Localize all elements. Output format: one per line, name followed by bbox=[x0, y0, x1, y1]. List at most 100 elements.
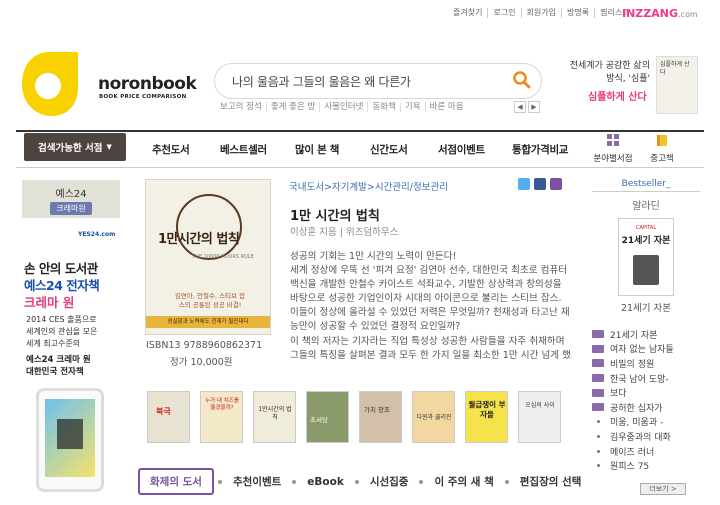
bestseller-title: Bestseller_ bbox=[592, 179, 700, 192]
guestbook-link[interactable]: 방명록 bbox=[562, 8, 596, 18]
nav-price-compare[interactable]: 통합가격비교 bbox=[512, 142, 568, 157]
list-item[interactable]: 보다 bbox=[592, 385, 704, 400]
list-item-label: 김우중과의 대화 bbox=[610, 432, 671, 443]
nav-new-books[interactable]: 신간도서 bbox=[370, 142, 408, 157]
list-item-label: 여자 없는 남자들 bbox=[610, 345, 674, 356]
list-item[interactable]: 미움, 미움과 - bbox=[592, 415, 704, 430]
related-book[interactable]: 1만시간의 법칙 bbox=[253, 391, 296, 443]
cover-english: THE 10000 HOURS RULE bbox=[192, 254, 254, 260]
cover-blurb: 김연아, 안철수, 스티브 잡스의 공통된 성공 비결! bbox=[174, 292, 246, 309]
related-book-title: 오십의 사이 bbox=[525, 402, 555, 409]
desc-line: 백신을 개발한 안철수 카이스트 석좌교수, 기발한 상상력과 창의성을 bbox=[290, 279, 562, 291]
banner-body-3: 세계 최고수준의 bbox=[26, 339, 81, 348]
banner-header: 예스24 크레마원 bbox=[22, 180, 120, 218]
logo-text[interactable]: noronbook bbox=[98, 74, 197, 94]
list-item[interactable]: 21세기 자본 bbox=[592, 327, 704, 342]
share-icons bbox=[518, 178, 562, 190]
bullet-icon bbox=[597, 449, 600, 453]
bestseller-box: Bestseller_ 알라딘 CAPITAL 21세기 자본 21세기 자본 bbox=[592, 179, 700, 314]
book-price: 정가 10,000원 bbox=[170, 357, 233, 368]
store-selector-button[interactable]: 검색가능한 서점 ▼ bbox=[24, 133, 126, 161]
list-item[interactable]: 김우중과의 대화 bbox=[592, 429, 704, 444]
breadcrumb[interactable]: 국내도서>자기계발>시간관리/정보관리 bbox=[289, 179, 448, 193]
list-item-label: 보다 bbox=[610, 389, 627, 400]
tab-ebook[interactable]: eBook bbox=[296, 476, 355, 488]
bestseller-cover-label: CAPITAL bbox=[635, 225, 657, 231]
desc-line: 이 책의 저자는 기자라는 직업 특성상 성공한 사람들을 자주 취재하며 bbox=[290, 335, 565, 347]
tab-hot-books[interactable]: 화제의 도서 bbox=[138, 468, 214, 495]
grid-icon bbox=[607, 134, 619, 146]
related-book[interactable]: 가치 창조 bbox=[359, 391, 402, 443]
list-item[interactable]: 메이즈 러너 bbox=[592, 444, 704, 459]
search-input[interactable]: 나의 울음과 그들의 울음은 왜 다른가 bbox=[232, 73, 411, 90]
related-book[interactable]: 월급쟁이 부자들 bbox=[465, 391, 508, 443]
bestseller-cover[interactable]: CAPITAL 21세기 자본 bbox=[618, 218, 674, 296]
nav-used-books-label: 중고책 bbox=[650, 154, 674, 164]
tab-recommended-events[interactable]: 추천이벤트 bbox=[222, 474, 292, 489]
inzzang-suffix: .com bbox=[678, 10, 698, 19]
signup-link[interactable]: 회원가입 bbox=[522, 8, 562, 18]
list-item[interactable]: 공허한 십자가 bbox=[592, 400, 704, 415]
bestseller-site[interactable]: 알라딘 bbox=[592, 197, 700, 212]
related-book-title: 누가 내 치즈를 옮겼을까? bbox=[205, 398, 239, 411]
book-title[interactable]: 1만 시간의 법칙 bbox=[290, 205, 380, 224]
related-book[interactable]: 누가 내 치즈를 옮겼을까? bbox=[200, 391, 243, 443]
author-photo bbox=[633, 255, 659, 285]
desc-line: 능만이 성공할 수 있었던 결정적 요인일까? bbox=[290, 321, 461, 333]
banner-product: 크레마원 bbox=[50, 202, 92, 215]
list-item-label: 미움, 미움과 - bbox=[610, 418, 664, 429]
tab-editors-choice[interactable]: 편집장의 선택 bbox=[509, 474, 593, 489]
logo-mark-icon[interactable] bbox=[18, 48, 82, 120]
chevron-left-icon[interactable]: ◀ bbox=[514, 101, 526, 113]
top-links: 즐겨찾기 로그인 회원가입 방명록 찜리스트 bbox=[448, 8, 635, 18]
rank-badge-icon bbox=[592, 359, 604, 368]
related-book[interactable]: 북극 bbox=[147, 391, 190, 443]
ad-book-cover[interactable]: 심플하게 산다 bbox=[656, 56, 698, 114]
left-ad-banner[interactable]: 예스24 크레마원 YES24.com 손 안의 도서관 예스24 전자책 크레… bbox=[22, 180, 120, 500]
book-cover[interactable]: 1만시간의 법칙 THE 10000 HOURS RULE 김연아, 안철수, … bbox=[145, 179, 271, 335]
chevron-right-icon[interactable]: ▶ bbox=[528, 101, 540, 113]
related-book[interactable]: 초서당 bbox=[306, 391, 349, 443]
related-book[interactable]: 다윈과 끓리진 bbox=[412, 391, 455, 443]
search-icon[interactable] bbox=[512, 70, 532, 90]
nav-used-books[interactable]: 중고책 bbox=[642, 133, 682, 164]
hot-word[interactable]: 보고의 정석 bbox=[220, 102, 267, 112]
nav-recommended[interactable]: 추천도서 bbox=[152, 142, 190, 157]
nav-most-viewed[interactable]: 많이 본 책 bbox=[295, 142, 339, 157]
more-button[interactable]: 더보기 > bbox=[640, 483, 686, 495]
list-item[interactable]: 한국 남어 도망- bbox=[592, 371, 704, 386]
list-item-label: 원피스 75 bbox=[610, 462, 650, 473]
nav-bestseller[interactable]: 베스트셀러 bbox=[220, 142, 267, 157]
nav-category-stores[interactable]: 분야별서점 bbox=[593, 133, 633, 164]
me2day-icon[interactable] bbox=[550, 178, 562, 190]
hot-word[interactable]: 동화책 bbox=[368, 102, 401, 112]
tab-weekly-new[interactable]: 이 주의 새 책 bbox=[423, 474, 504, 489]
book-isbn: ISBN13 9788960862371 bbox=[146, 340, 263, 351]
login-link[interactable]: 로그인 bbox=[488, 8, 522, 18]
favorites-link[interactable]: 즐겨찾기 bbox=[448, 8, 489, 18]
nav-store-events[interactable]: 서점이벤트 bbox=[438, 142, 485, 157]
tab-spotlight[interactable]: 시선집중 bbox=[359, 474, 420, 489]
related-book[interactable]: 오십의 사이 bbox=[518, 391, 561, 443]
list-item[interactable]: 비밀의 정원 bbox=[592, 356, 704, 371]
book-author: 이상훈 지음 | 위즈덤하우스 bbox=[290, 227, 399, 238]
bestseller-book-name[interactable]: 21세기 자본 bbox=[592, 300, 700, 314]
rank-badge-icon bbox=[592, 374, 604, 383]
twitter-icon[interactable] bbox=[518, 178, 530, 190]
banner-brand: 예스24 bbox=[55, 189, 87, 200]
hot-word[interactable]: 바른 마음 bbox=[426, 102, 468, 112]
banner-body-2: 세계인의 관심을 모은 bbox=[26, 327, 98, 336]
inzzang-logo[interactable]: INZZANG.com bbox=[622, 7, 698, 20]
facebook-icon[interactable] bbox=[534, 178, 546, 190]
list-item[interactable]: 원피스 75 bbox=[592, 458, 704, 473]
list-item-label: 비밀의 정원 bbox=[610, 359, 655, 370]
ad-book-name[interactable]: 심플하게 산다 bbox=[588, 88, 647, 103]
related-book-title: 월급쟁이 부자들 bbox=[468, 400, 506, 419]
hot-word[interactable]: 기욕 bbox=[401, 102, 426, 112]
hot-word[interactable]: 좋게 좋은 방 bbox=[267, 102, 321, 112]
hot-word[interactable]: 사물인터넷 bbox=[320, 102, 369, 112]
banner-logo: YES24.com bbox=[78, 231, 116, 238]
ad-tagline[interactable]: 전세계가 공감한 삶의 방식, '심플' bbox=[562, 60, 650, 86]
desc-line: 세계 정상에 우뚝 선 '피겨 요정' 김연아 선수, 대한민국 최초로 컴퓨터 bbox=[290, 265, 568, 277]
list-item[interactable]: 여자 없는 남자들 bbox=[592, 342, 704, 357]
